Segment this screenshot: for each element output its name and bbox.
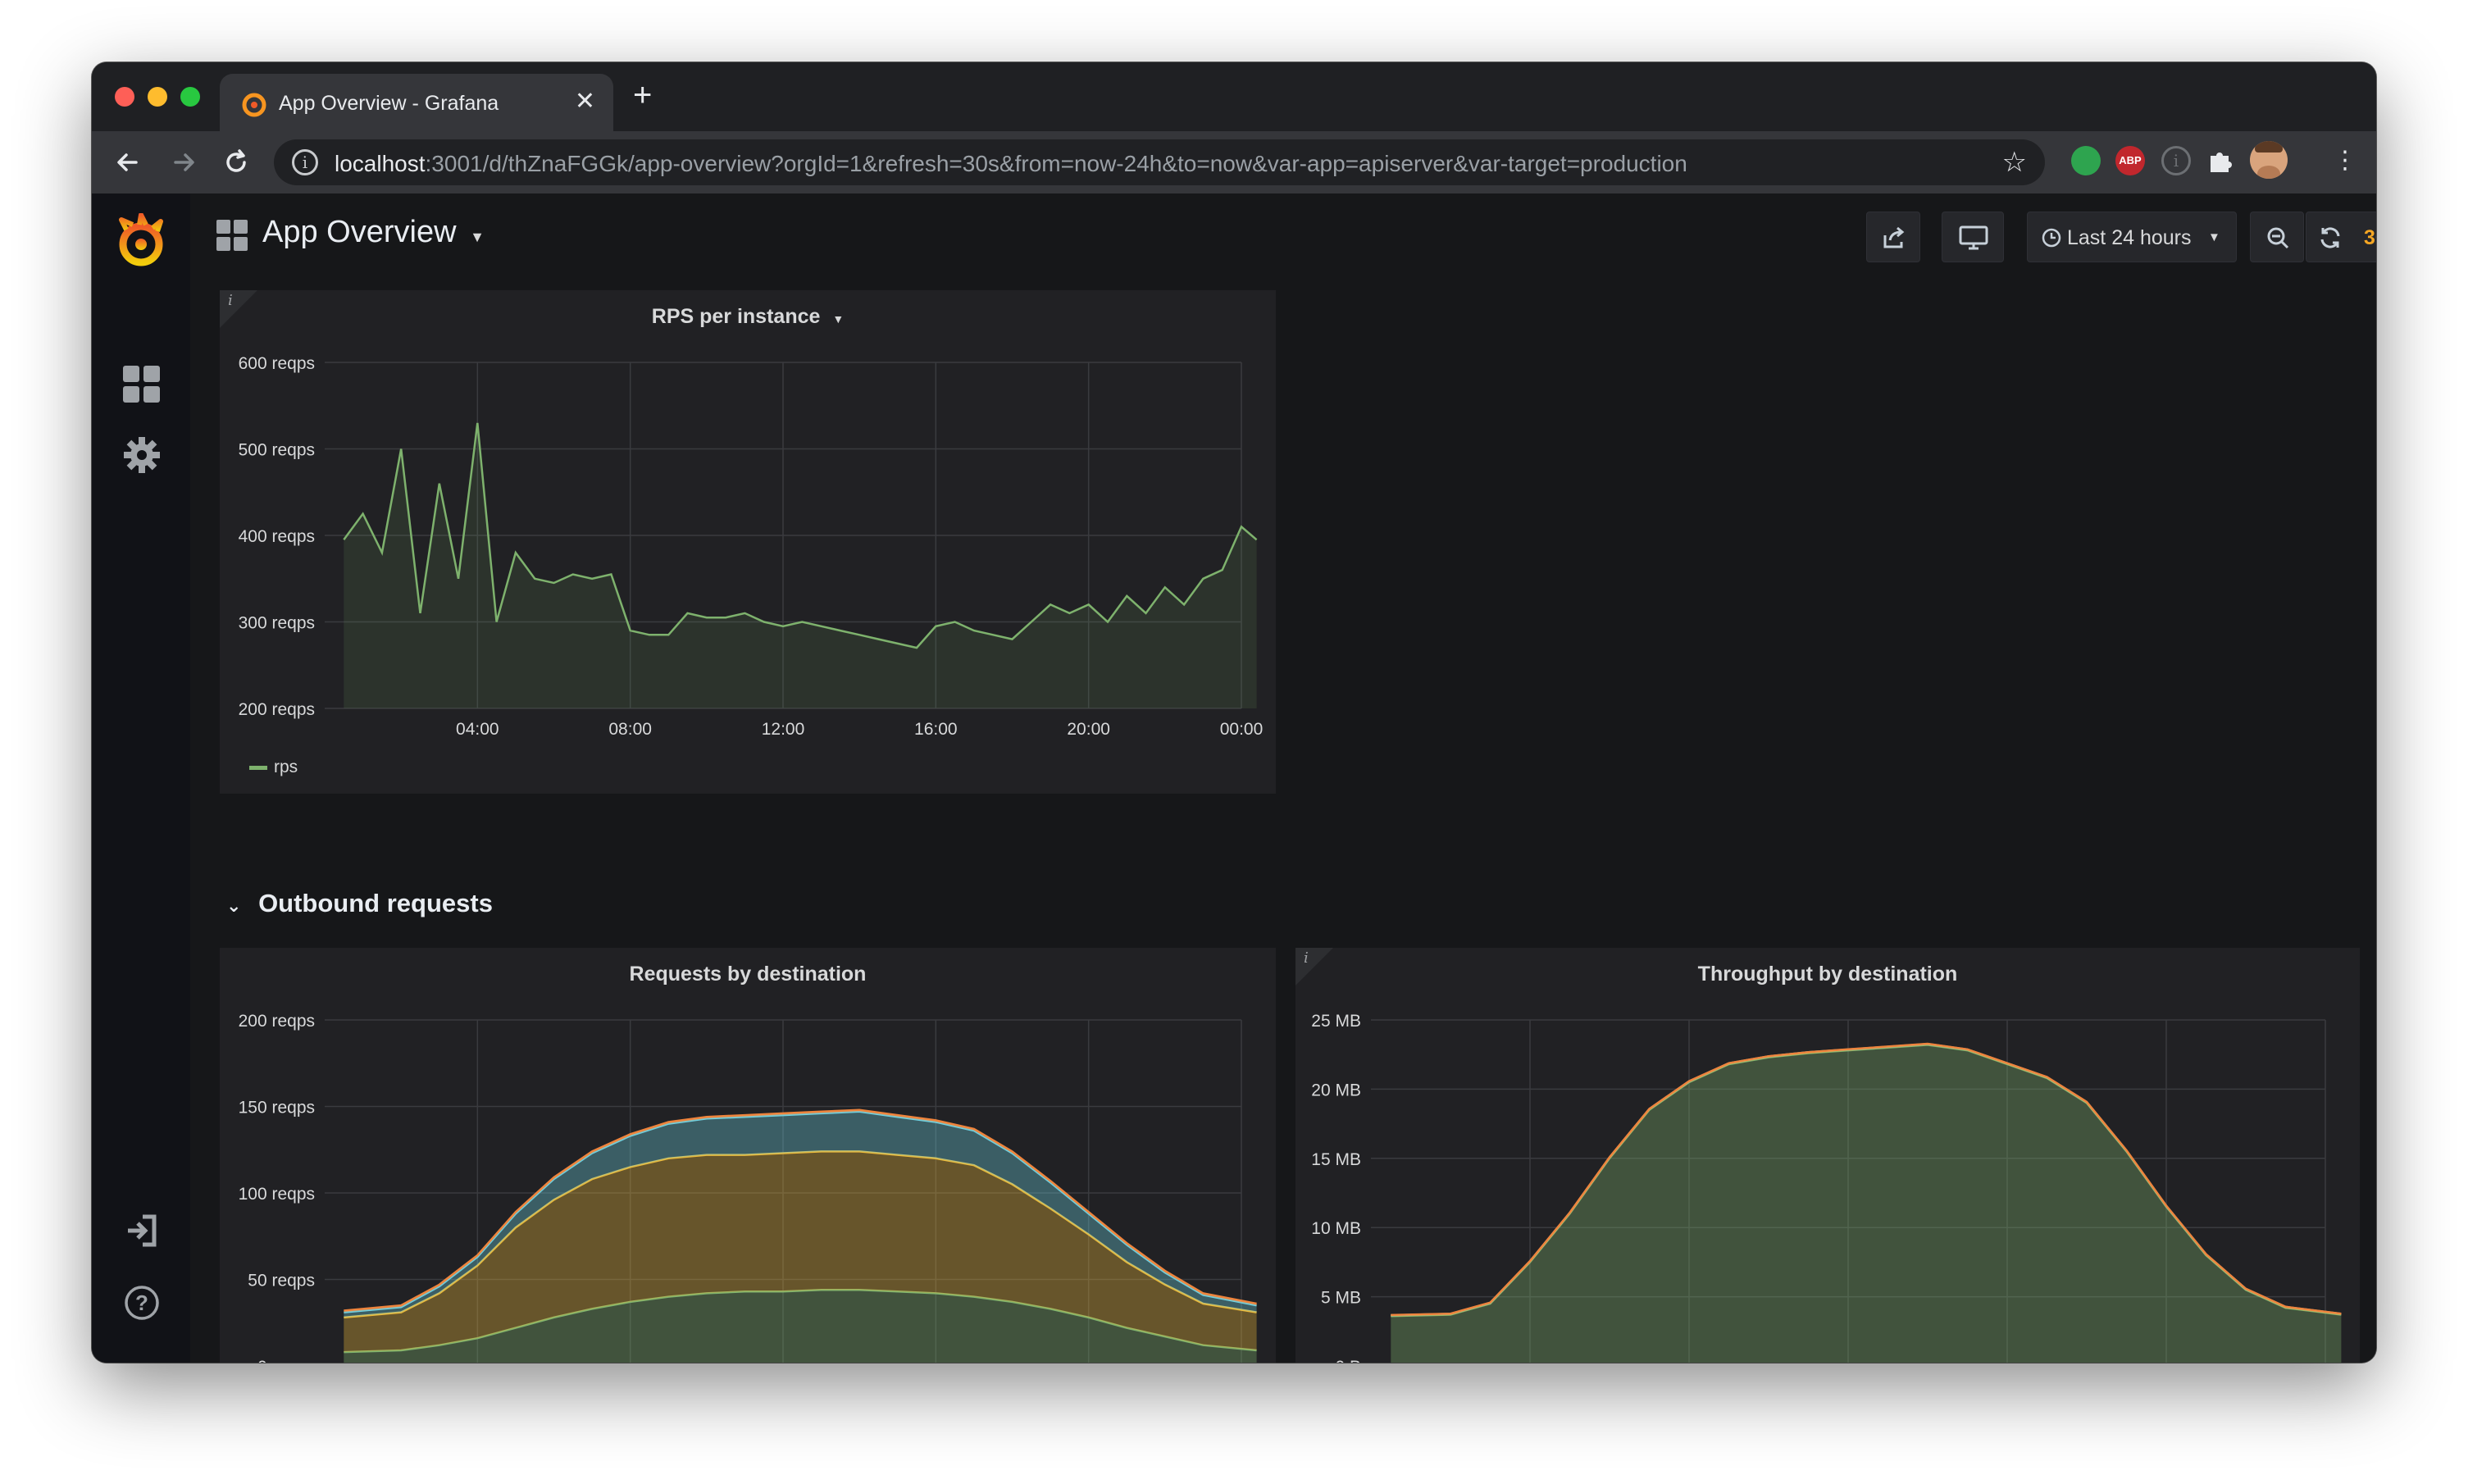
dashboard-title[interactable]: App Overview ▼ <box>262 215 485 250</box>
y-tick-label: 500 reqps <box>239 441 315 460</box>
settings-gear-icon[interactable] <box>123 436 161 474</box>
grafana-logo-icon[interactable] <box>115 213 167 271</box>
new-tab-button[interactable]: + <box>633 77 652 114</box>
y-tick-label: 150 reqps <box>239 1099 315 1118</box>
url-path: :3001/d/thZnaFGGk/app-overview?orgId=1&r… <box>425 151 1687 176</box>
reload-icon[interactable] <box>218 144 254 180</box>
series-area-newsretrieval <box>1391 1045 2342 1363</box>
row-collapse-chevron-icon: ⌄ <box>226 895 242 916</box>
x-tick-label: 20:00 <box>1067 720 1110 739</box>
y-tick-label: 10 MB <box>1311 1219 1361 1238</box>
browser-toolbar: i localhost:3001/d/thZnaFGGk/app-overvie… <box>92 131 2376 193</box>
x-tick-label: 04:00 <box>456 720 499 739</box>
share-dashboard-button[interactable] <box>1866 212 1920 262</box>
x-tick-label: 08:00 <box>608 720 652 739</box>
panel-title-caret-icon: ▼ <box>832 312 845 325</box>
dashboard-main: App Overview ▼ Last 24 hours ▼ 3 i RPS p… <box>190 193 2376 1363</box>
y-tick-label: 15 MB <box>1311 1150 1361 1169</box>
url-host: localhost <box>335 151 426 176</box>
panel-title[interactable]: RPS per instance ▼ <box>220 305 1276 329</box>
y-tick-label: 25 MB <box>1311 1012 1361 1031</box>
zoom-out-icon <box>2267 227 2289 249</box>
y-tick-label: 0 reqps <box>257 1358 315 1363</box>
rps-graph[interactable]: 200 reqps 300 reqps 400 reqps 500 reqps 600 … <box>220 343 1276 753</box>
extension-info-icon[interactable]: i <box>2161 146 2191 175</box>
row-title: Outbound requests <box>258 889 493 917</box>
panel-requests-by-destination: Requests by destination 0 reqps 50 reqps 1… <box>220 948 1276 1363</box>
dashboard-grid-icon <box>216 220 248 251</box>
refresh-button[interactable]: 30s ▼ <box>2306 212 2376 262</box>
share-icon <box>1883 226 1905 248</box>
address-bar[interactable]: i localhost:3001/d/thZnaFGGk/app-overvie… <box>274 139 2045 185</box>
dashboard-title-text: App Overview <box>262 215 457 249</box>
browser-tab[interactable]: App Overview - Grafana ✕ <box>220 74 613 131</box>
sign-in-icon[interactable] <box>125 1213 159 1248</box>
tab-close-icon[interactable]: ✕ <box>575 87 595 116</box>
y-tick-label: 50 reqps <box>248 1272 315 1291</box>
y-tick-label: 600 reqps <box>239 354 315 373</box>
time-picker-caret-icon: ▼ <box>2208 230 2220 244</box>
close-window-button[interactable] <box>115 87 134 107</box>
grafana-favicon-icon <box>242 93 266 117</box>
grafana-sidemenu: ? <box>92 193 190 1363</box>
y-tick-label: 0 B <box>1335 1358 1361 1363</box>
zoom-out-button[interactable] <box>2250 212 2304 262</box>
minimize-window-button[interactable] <box>148 87 167 107</box>
requests-graph[interactable]: 0 reqps 50 reqps 100 reqps 150 reqps 200 req… <box>220 1000 1276 1363</box>
x-tick-label: 12:00 <box>762 720 805 739</box>
x-tick-label: 00:00 <box>1220 720 1264 739</box>
panel-rps-per-instance: i RPS per instance ▼ 200 reqps 300 reqps 4… <box>220 290 1276 794</box>
profile-avatar[interactable] <box>2250 141 2288 179</box>
row-outbound-requests[interactable]: ⌄ Outbound requests <box>226 889 493 918</box>
x-tick-label: 16:00 <box>914 720 958 739</box>
panel-throughput-by-destination: i Throughput by destination 0 B5 MB 10 MB… <box>1295 948 2360 1363</box>
panel-title[interactable]: Throughput by destination <box>1295 963 2360 986</box>
y-tick-label: 5 MB <box>1321 1289 1361 1308</box>
tab-strip: App Overview - Grafana ✕ + <box>92 62 2376 131</box>
y-tick-label: 200 reqps <box>239 700 315 719</box>
y-tick-label: 300 reqps <box>239 614 315 633</box>
time-range-label: Last 24 hours <box>2067 226 2192 249</box>
help-icon[interactable]: ? <box>123 1284 161 1322</box>
url-text[interactable]: localhost:3001/d/thZnaFGGk/app-overview?… <box>335 151 1687 177</box>
legend-label: rps <box>274 758 298 776</box>
panel-title-text: RPS per instance <box>651 305 821 328</box>
svg-text:?: ? <box>135 1291 148 1315</box>
legend-swatch <box>249 765 267 770</box>
site-info-icon[interactable]: i <box>292 149 318 175</box>
forward-icon[interactable] <box>166 144 202 180</box>
browser-window: App Overview - Grafana ✕ + i localhost:3… <box>92 62 2376 1363</box>
browser-menu-icon[interactable]: ⋮ <box>2327 144 2363 180</box>
monitor-icon <box>1959 225 1988 250</box>
refresh-icon <box>2320 227 2340 248</box>
extension-green-icon[interactable] <box>2071 146 2101 175</box>
extensions-puzzle-icon[interactable] <box>2206 146 2235 175</box>
clock-icon <box>2042 228 2061 248</box>
time-picker-button[interactable]: Last 24 hours ▼ <box>2027 212 2237 262</box>
throughput-graph[interactable]: 0 B5 MB10 MB15 MB20 MB25 MB04:00 08:00 12:… <box>1295 1000 2360 1363</box>
view-mode-button[interactable] <box>1942 212 2004 262</box>
y-tick-label: 200 reqps <box>239 1012 315 1031</box>
maximize-window-button[interactable] <box>180 87 200 107</box>
y-tick-label: 400 reqps <box>239 527 315 546</box>
dashboard-title-caret-icon: ▼ <box>470 229 485 245</box>
refresh-interval-label: 30s <box>2364 226 2376 249</box>
bookmark-star-icon[interactable]: ☆ <box>2002 146 2027 179</box>
dashboards-icon[interactable] <box>123 366 161 403</box>
y-tick-label: 100 reqps <box>239 1185 315 1204</box>
rps-legend: rps <box>249 758 311 777</box>
y-tick-label: 20 MB <box>1311 1081 1361 1099</box>
panel-title[interactable]: Requests by destination <box>220 963 1276 986</box>
back-icon[interactable] <box>110 144 146 180</box>
tab-title: App Overview - Grafana <box>279 92 499 115</box>
legend-item[interactable]: rps <box>249 758 298 777</box>
adblock-plus-icon[interactable]: ABP <box>2115 146 2145 175</box>
